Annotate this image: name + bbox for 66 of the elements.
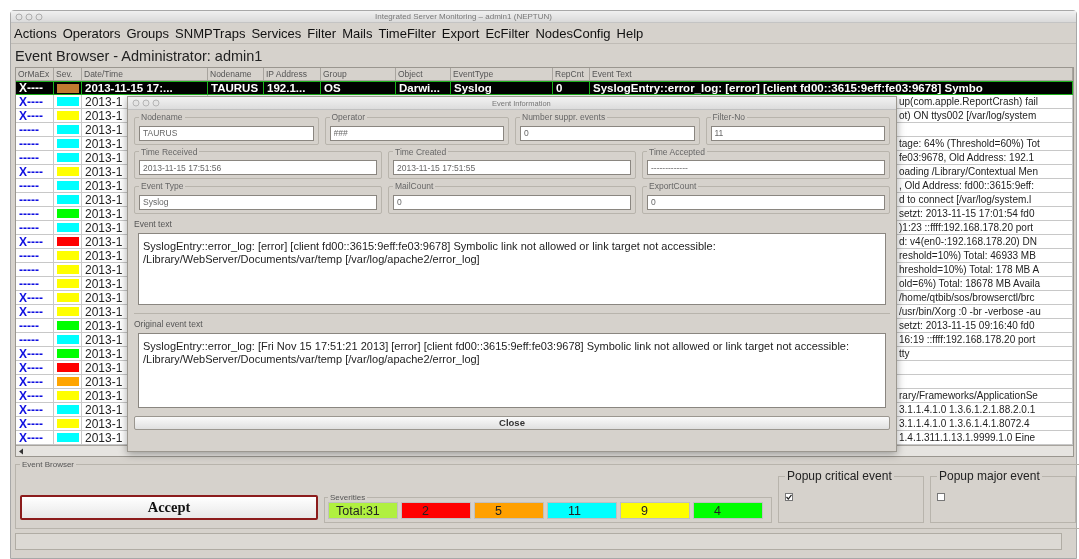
- field-label: Time Created: [394, 146, 448, 157]
- column-header[interactable]: Event Text: [590, 68, 1073, 81]
- severity-count: 2: [401, 502, 471, 519]
- menu-item[interactable]: Mails: [342, 25, 373, 41]
- input-field[interactable]: -------------: [647, 160, 885, 175]
- text-area[interactable]: SyslogEntry::error_log: [Fri Nov 15 17:51:21 2013] [error] [client fd00::3615:9eff:fe03:9678] Symbolic link not allowed or link target not accessible: /Library/WebServer/Documents/var/temp [/var/log/apache2/error_log]: [138, 332, 886, 408]
- menu-item[interactable]: EcFilter: [485, 25, 530, 41]
- column-header[interactable]: Nodename: [208, 68, 264, 81]
- menu-item[interactable]: SNMPTraps: [175, 25, 246, 41]
- menu-item[interactable]: NodesConfig: [535, 25, 611, 41]
- column-header[interactable]: Object: [396, 68, 451, 81]
- column-header[interactable]: Date/Time: [82, 68, 208, 81]
- severity-count: Total:31: [328, 502, 398, 519]
- table-cell: SyslogEntry::error_log: [error] [client fd00::3615:9eff:fe03:9678] Symbo: [590, 81, 1073, 95]
- severity-count: 9: [620, 502, 690, 519]
- menu-item[interactable]: Actions: [14, 25, 57, 41]
- input-field[interactable]: 11: [710, 125, 885, 141]
- group-label: Popup major event: [938, 469, 1041, 483]
- field-label: MailCount: [394, 181, 435, 191]
- field-label: Filter-No: [711, 112, 747, 122]
- group-label: Event Browser: [21, 460, 76, 469]
- field-label: Time Accepted: [648, 146, 706, 157]
- column-header[interactable]: IP Address: [264, 68, 321, 81]
- field-label: Original event text: [134, 318, 204, 329]
- column-header[interactable]: EventType: [451, 68, 553, 81]
- text-area[interactable]: SyslogEntry::error_log: [error] [client fd00::3615:9eff:fe03:9678] Symbolic link not allowed or link target not accessible: /Library/WebServer/Documents/var/temp [/var/log/apache2/error_log]: [138, 232, 886, 305]
- severity-count: 4: [693, 502, 763, 519]
- input-field[interactable]: ###: [329, 125, 504, 141]
- column-header[interactable]: OrMaEx: [16, 68, 54, 81]
- table-row[interactable]: X---- 2013-11-15 17:... TAURUS 192.1... OS Darwi... Syslog 0 SyslogEntry::error_log: [error] [client fd00::3615:9eff:fe03:9678] Symbo: [16, 81, 1073, 95]
- accept-button[interactable]: Accept: [20, 495, 318, 520]
- table-cell: OS: [321, 81, 396, 95]
- column-header[interactable]: Group: [321, 68, 396, 81]
- severity-count: 5: [474, 502, 544, 519]
- input-field[interactable]: 0: [520, 125, 695, 141]
- checkbox[interactable]: [785, 493, 793, 501]
- table-cell: Syslog: [451, 81, 553, 95]
- scroll-left-icon[interactable]: [18, 447, 25, 455]
- input-field[interactable]: 2013-11-15 17:51:56: [139, 160, 377, 175]
- field-label: ExportCount: [648, 181, 698, 191]
- field-label: Event text: [134, 218, 173, 229]
- menu-item[interactable]: Filter: [307, 25, 337, 41]
- group-label: Popup critical event: [786, 469, 893, 483]
- field-label: Number suppr. events: [521, 112, 607, 122]
- column-header[interactable]: RepCnt: [553, 68, 590, 81]
- close-button[interactable]: Close: [134, 415, 890, 430]
- input-field[interactable]: TAURUS: [139, 125, 314, 141]
- menu-item[interactable]: Services: [251, 25, 302, 41]
- menu-item[interactable]: Groups: [126, 25, 170, 41]
- menu-item[interactable]: Help: [616, 25, 644, 41]
- field-label: Nodename: [140, 112, 184, 122]
- menu-item[interactable]: Operators: [62, 25, 121, 41]
- field-label: Event Type: [140, 181, 185, 191]
- column-header[interactable]: Sev.: [54, 68, 82, 81]
- severity-count: 11: [547, 502, 617, 519]
- menu-item[interactable]: Export: [441, 25, 480, 41]
- input-field[interactable]: 0: [647, 194, 885, 210]
- input-field[interactable]: 2013-11-15 17:51:55: [393, 160, 631, 175]
- field-label: Operator: [330, 112, 367, 122]
- menu-item[interactable]: TimeFilter: [378, 25, 436, 41]
- window-title: Integrated Server Monitoring – admin1 (NEPTUN): [375, 12, 552, 21]
- input-field[interactable]: 0: [393, 194, 631, 210]
- checkbox[interactable]: [937, 493, 945, 501]
- group-label: Severities: [329, 493, 367, 502]
- table-cell: 2013-11-15 17:...: [82, 81, 208, 95]
- input-field[interactable]: Syslog: [139, 194, 377, 210]
